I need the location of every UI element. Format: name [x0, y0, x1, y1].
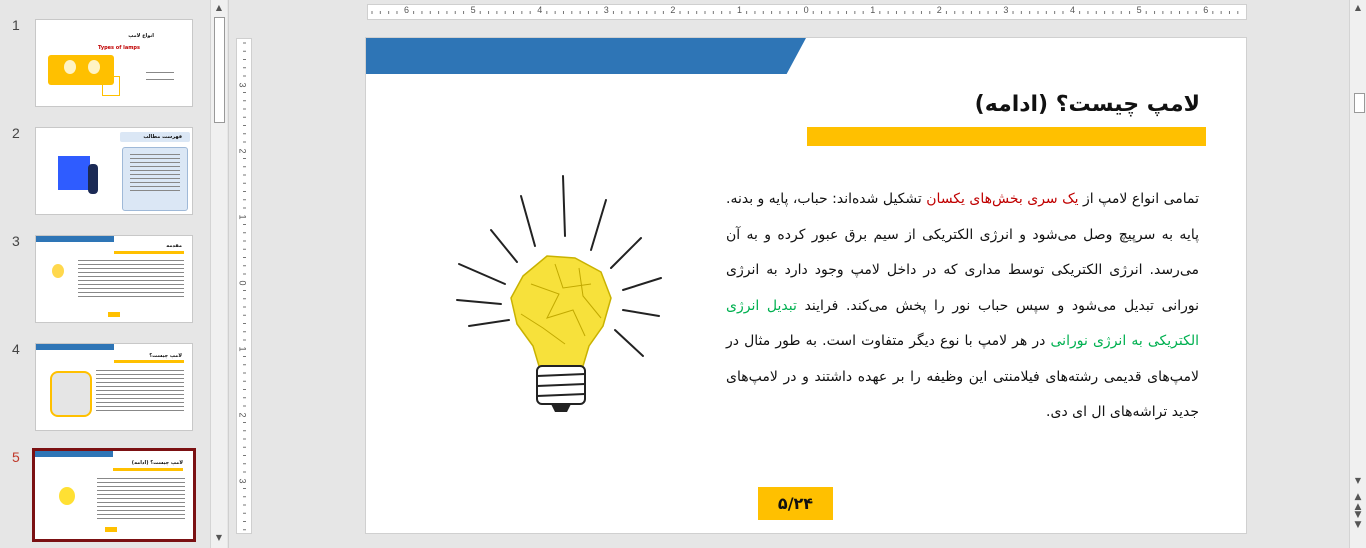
- vertical-ruler: [236, 38, 252, 534]
- thumbnail-row-5[interactable]: 5 لامپ چیست؟ (ادامه): [0, 448, 210, 542]
- ruler-tick-label: 4: [537, 5, 543, 15]
- thumbnail-slide-1[interactable]: انواع لامپ Types of lamps: [35, 19, 193, 107]
- thumbnail-number: 3: [12, 233, 20, 249]
- slide-body-text[interactable]: تمامی انواع لامپ از یک سری بخش‌های یکسان…: [726, 182, 1199, 431]
- thumbnail-title: لامپ چیست؟: [149, 353, 182, 359]
- ruler-tick-label: 3: [1003, 5, 1009, 15]
- page-number-badge: ۵/۲۴: [758, 487, 833, 520]
- thumbnail-text-lines: [96, 370, 184, 414]
- slide-title[interactable]: لامپ چیست؟ (ادامه): [975, 92, 1200, 117]
- slide-scrollbar[interactable]: ▲ ▼ ▲ ▲ ▼ ▼: [1349, 0, 1366, 548]
- ruler-tick-label: 6: [404, 5, 410, 15]
- thumbnail-illustration: [58, 156, 90, 190]
- decorative-frame: [102, 76, 120, 96]
- body-text-segment: تمامی انواع لامپ از: [1078, 191, 1199, 207]
- thumbnail-text-lines: [78, 260, 184, 300]
- thumbnail-scrollbar[interactable]: ▲ ▼: [210, 0, 227, 548]
- thumbnail-title: انواع لامپ: [128, 33, 154, 39]
- ruler-tick-label: 2: [237, 412, 248, 418]
- title-yellow-bar: [807, 127, 1206, 146]
- thumbnail-yellow-bar: [114, 360, 184, 363]
- person-icon: [88, 164, 98, 194]
- thumbnail-number: 5: [12, 449, 20, 465]
- thumbnail-yellow-bar: [114, 251, 184, 254]
- thumbnail-subtitle: Types of lamps: [98, 45, 140, 51]
- thumbnail-slide-5[interactable]: لامپ چیست؟ (ادامه): [32, 448, 196, 542]
- thumbnail-slide-4[interactable]: لامپ چیست؟: [35, 343, 193, 431]
- bulb-icon: [88, 60, 100, 74]
- ruler-tick-label: 1: [870, 5, 876, 15]
- ruler-tick-label: 1: [237, 214, 248, 220]
- lamp-image: [50, 371, 92, 417]
- slide-canvas[interactable]: لامپ چیست؟ (ادامه) تمامی انواع لامپ از ی…: [365, 37, 1247, 534]
- ruler-tick-label: 4: [1070, 5, 1076, 15]
- previous-slide-icon[interactable]: ▲ ▲: [1350, 492, 1366, 512]
- thumbnail-blue-bar: [35, 451, 113, 457]
- thumbnail-number: 2: [12, 125, 20, 141]
- header-blue-bar: [366, 38, 806, 74]
- scrollbar-thumb[interactable]: [214, 17, 225, 123]
- ruler-tick-label: 0: [237, 280, 248, 286]
- thumbnail-row-3[interactable]: 3 مقدمه: [0, 233, 210, 323]
- thumbnail-row-1[interactable]: 1 انواع لامپ Types of lamps: [0, 17, 210, 107]
- ruler-ticks: [243, 42, 246, 531]
- scroll-down-icon[interactable]: ▼: [1350, 473, 1366, 489]
- thumbnail-slide-2[interactable]: فهرست مطالب: [35, 127, 193, 215]
- scroll-up-icon[interactable]: ▲: [211, 0, 227, 16]
- ruler-tick-label: 3: [603, 5, 609, 15]
- bulb-icon: [52, 264, 64, 278]
- ruler-tick-label: 2: [670, 5, 676, 15]
- ruler-tick-label: 0: [803, 5, 809, 15]
- ruler-tick-label: 6: [1203, 5, 1209, 15]
- scrollbar-thumb[interactable]: [1354, 93, 1365, 113]
- ruler-tick-label: 5: [470, 5, 476, 15]
- thumbnail-number: 1: [12, 17, 20, 33]
- thumbnail-blue-bar: [36, 344, 114, 350]
- bulb-icon: [64, 60, 76, 74]
- slide-thumbnail-pane: 1 انواع لامپ Types of lamps 2 فهرست مطال…: [0, 0, 229, 548]
- thumbnail-text-lines: [97, 478, 185, 522]
- thumbnail-row-2[interactable]: 2 فهرست مطالب: [0, 125, 210, 215]
- next-slide-icon[interactable]: ▼ ▼: [1350, 510, 1366, 530]
- thumbnail-number: 4: [12, 341, 20, 357]
- scroll-down-icon[interactable]: ▼: [211, 530, 227, 546]
- ruler-tick-label: 1: [237, 346, 248, 352]
- ruler-tick-label: 3: [237, 82, 248, 88]
- thumbnail-page-badge: [105, 527, 117, 532]
- thumbnail-yellow-bar: [113, 468, 183, 471]
- thumbnail-blue-bar: [36, 236, 114, 242]
- thumbnail-title: فهرست مطالب: [143, 134, 182, 140]
- thumbnail-row-4[interactable]: 4 لامپ چیست؟: [0, 341, 210, 431]
- thumbnail-page-badge: [108, 312, 120, 317]
- bulb-icon: [59, 487, 75, 505]
- ruler-tick-label: 3: [237, 478, 248, 484]
- thumbnail-text-lines: [130, 154, 180, 194]
- highlight-red-text: یک سری بخش‌های یکسان: [926, 191, 1079, 207]
- ruler-tick-label: 1: [737, 5, 743, 15]
- scroll-up-icon[interactable]: ▲: [1350, 0, 1366, 16]
- thumbnail-slide-3[interactable]: مقدمه: [35, 235, 193, 323]
- ruler-tick-label: 2: [936, 5, 942, 15]
- thumbnail-text-lines: [146, 72, 174, 83]
- thumbnail-title: لامپ چیست؟ (ادامه): [131, 460, 183, 466]
- crumpled-lightbulb-image[interactable]: [451, 168, 671, 418]
- thumbnail-title: مقدمه: [166, 243, 182, 249]
- body-text-segment: تشکیل شده‌اند: حباب، پایه و بدنه. پایه ب…: [726, 191, 1199, 314]
- ruler-tick-label: 2: [237, 148, 248, 154]
- ruler-tick-label: 5: [1136, 5, 1142, 15]
